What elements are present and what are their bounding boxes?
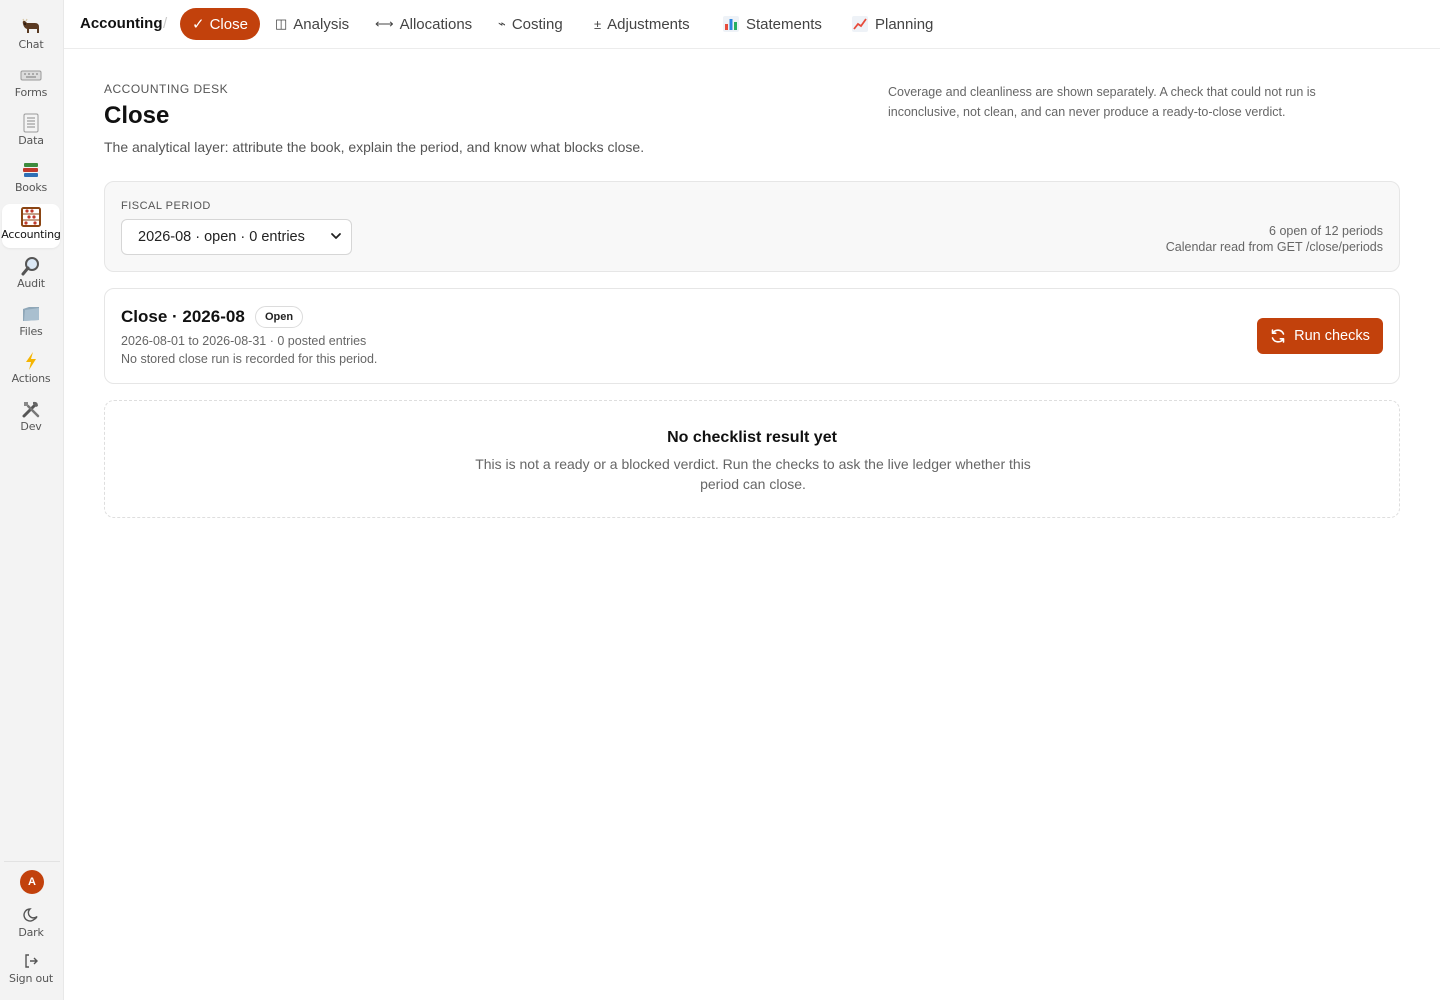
breadcrumb[interactable]: Accounting	[80, 15, 163, 32]
close-title: Close · 2026-08	[121, 307, 245, 326]
tab-close[interactable]: ✓ Close	[180, 8, 260, 40]
tab-label: Adjustments	[607, 15, 690, 33]
run-checks-label: Run checks	[1294, 328, 1370, 344]
magnifier-icon	[20, 256, 42, 276]
run-checks-button[interactable]: Run checks	[1257, 318, 1383, 354]
top-nav: Accounting / ✓ Close ◫ Analysis ⟷ Alloca…	[64, 0, 1440, 49]
calendar-source: Calendar read from GET /close/periods	[1165, 240, 1383, 254]
coverage-note: Coverage and cleanliness are shown separ…	[888, 85, 1316, 119]
close-card: Close · 2026-08 Open 2026-08-01 to 2026-…	[104, 288, 1400, 384]
ox-icon	[20, 17, 42, 37]
refresh-icon	[1270, 328, 1286, 344]
tab-allocations[interactable]: ⟷ Allocations	[375, 8, 472, 40]
sidebar: Chat Forms Data Books Accounting Audit F…	[0, 0, 64, 1000]
sidebar-item-forms[interactable]: Forms	[2, 62, 60, 106]
status-badge: Open	[255, 306, 304, 328]
open-periods-count: 6 open of 12 periods	[1269, 224, 1383, 238]
dark-mode-label: Dark	[18, 926, 44, 939]
sidebar-item-label: Files	[19, 325, 43, 338]
close-run-note: No stored close run is recorded for this…	[121, 352, 378, 366]
close-date-range: 2026-08-01 to 2026-08-31 · 0 posted entr…	[121, 334, 367, 348]
page-eyebrow: Accounting Desk	[104, 82, 229, 96]
tab-analysis[interactable]: ◫ Analysis	[275, 8, 349, 40]
sign-out-button[interactable]: Sign out	[2, 948, 60, 992]
arrows-icon: ⟷	[375, 16, 394, 31]
keyboard-icon	[20, 65, 42, 85]
dark-mode-toggle[interactable]: Dark	[2, 902, 60, 946]
lightning-icon	[20, 351, 42, 371]
books-icon	[20, 160, 42, 180]
sidebar-item-label: Actions	[11, 372, 51, 385]
sign-out-icon	[20, 951, 42, 971]
empty-state-text: This is not a ready or a blocked verdict…	[475, 456, 1031, 492]
costing-icon: ⌁	[498, 16, 506, 31]
sign-out-label: Sign out	[9, 972, 53, 985]
sidebar-item-files[interactable]: Files	[2, 301, 60, 345]
tab-adjustments[interactable]: ± Adjustments	[594, 8, 690, 40]
fiscal-period-select[interactable]: 2026-08 · open · 0 entries	[121, 219, 352, 255]
tab-label: Allocations	[399, 15, 473, 33]
fiscal-period-card: Fiscal period 2026-08 · open · 0 entries…	[104, 181, 1400, 272]
sidebar-item-label: Dev	[20, 420, 42, 433]
sidebar-item-label: Audit	[17, 277, 45, 290]
columns-icon: ◫	[275, 16, 288, 31]
breadcrumb-separator: /	[163, 15, 168, 32]
sidebar-item-dev[interactable]: Dev	[2, 396, 60, 440]
sidebar-item-books[interactable]: Books	[2, 157, 60, 201]
tab-label: Close	[209, 15, 248, 33]
sidebar-divider	[4, 861, 60, 862]
line-chart-icon	[851, 15, 869, 33]
empty-state-title: No checklist result yet	[667, 429, 837, 446]
sidebar-item-accounting[interactable]: Accounting	[1, 204, 61, 248]
tab-label: Planning	[875, 15, 934, 33]
sidebar-item-label: Forms	[14, 86, 48, 99]
tab-label: Analysis	[293, 15, 350, 33]
spreadsheet-icon	[20, 113, 42, 133]
page-subtitle: The analytical layer: attribute the book…	[104, 139, 645, 155]
tab-statements[interactable]: Statements	[722, 8, 822, 40]
sidebar-item-data[interactable]: Data	[2, 110, 60, 154]
bar-chart-icon	[722, 15, 740, 33]
fiscal-period-label: Fiscal period	[121, 200, 211, 212]
folder-icon	[20, 304, 42, 324]
tools-icon	[20, 399, 42, 419]
page-title: Close	[104, 102, 170, 129]
check-icon: ✓	[192, 16, 205, 33]
tab-label: Statements	[746, 15, 822, 33]
sidebar-item-audit[interactable]: Audit	[2, 253, 60, 297]
sidebar-item-label: Books	[14, 181, 48, 194]
chevron-down-icon	[329, 229, 343, 243]
empty-checklist-state: No checklist result yet This is not a re…	[104, 400, 1400, 518]
tab-costing[interactable]: ⌁ Costing	[498, 8, 563, 40]
fiscal-period-value: 2026-08 · open · 0 entries	[138, 229, 305, 245]
sidebar-item-label: Chat	[18, 38, 44, 51]
abacus-icon	[20, 207, 42, 227]
moon-icon	[20, 905, 42, 925]
avatar[interactable]: A	[20, 870, 44, 894]
sidebar-item-label: Accounting	[1, 228, 61, 241]
tab-label: Costing	[511, 15, 563, 33]
fiscal-period-meta: 6 open of 12 periods Calendar read from …	[1166, 223, 1383, 255]
plus-minus-icon: ±	[594, 16, 602, 32]
tab-planning[interactable]: Planning	[851, 8, 933, 40]
sidebar-item-chat[interactable]: Chat	[2, 14, 60, 58]
sidebar-item-actions[interactable]: Actions	[2, 348, 60, 392]
sidebar-item-label: Data	[18, 134, 44, 147]
